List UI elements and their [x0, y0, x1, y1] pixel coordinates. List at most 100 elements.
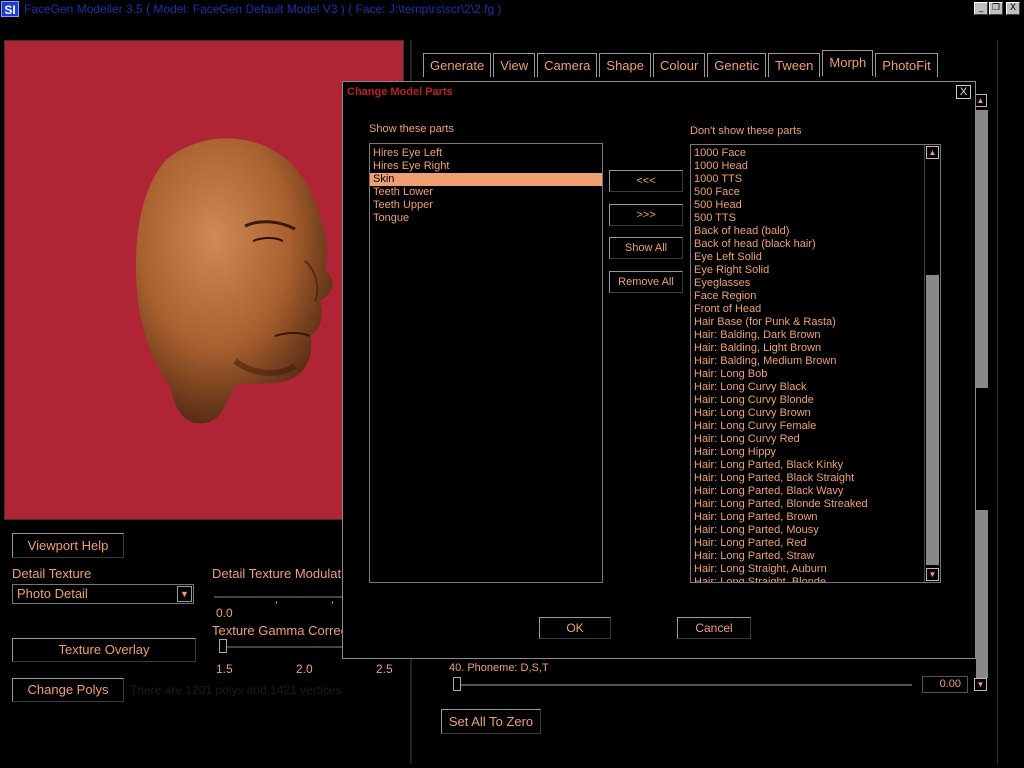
list-item[interactable]: Face Region	[691, 290, 940, 303]
title-bar: SI FaceGen Modeller 3.5 ( Model: FaceGen…	[0, 0, 1024, 18]
remove-all-button[interactable]: Remove All	[609, 271, 683, 293]
gamma-slider-handle[interactable]	[219, 639, 227, 653]
list-item[interactable]: Hair: Long Straight, Blonde	[691, 576, 940, 582]
list-item[interactable]: Hair: Long Parted, Blonde Streaked	[691, 498, 940, 511]
change-polys-button[interactable]: Change Polys	[12, 678, 124, 702]
list-item[interactable]: Hair: Long Curvy Red	[691, 433, 940, 446]
morph-scroll-thumb[interactable]	[976, 110, 988, 388]
list-item[interactable]: 1000 Head	[691, 160, 940, 173]
hide-list-scrollbar[interactable]: ▲ ▼	[924, 145, 940, 582]
tab-shape[interactable]: Shape	[599, 53, 651, 77]
dialog-close-icon[interactable]: X	[956, 85, 971, 99]
list-item[interactable]: Skin	[370, 173, 602, 186]
viewport-help-button[interactable]: Viewport Help	[12, 533, 124, 558]
scroll-up-icon[interactable]: ▲	[926, 146, 939, 159]
gamma-slider-track[interactable]	[222, 646, 342, 648]
tab-view[interactable]: View	[493, 53, 536, 77]
tab-generate[interactable]: Generate	[423, 53, 492, 77]
scroll-down-icon[interactable]: ▼	[974, 678, 987, 691]
set-all-zero-button[interactable]: Set All To Zero	[441, 709, 541, 734]
tab-colour[interactable]: Colour	[653, 53, 706, 77]
list-item[interactable]: Hair: Balding, Dark Brown	[691, 329, 940, 342]
gamma-tick-label: 1.5	[216, 662, 233, 676]
list-item[interactable]: Hair: Long Bob	[691, 368, 940, 381]
gamma-tick-label: 2.5	[376, 662, 393, 676]
phoneme-value[interactable]: 0.00	[922, 676, 968, 693]
list-item[interactable]: Eye Left Solid	[691, 251, 940, 264]
list-item[interactable]: Hair: Long Curvy Black	[691, 381, 940, 394]
gamma-tick-label: 2.0	[296, 662, 313, 676]
list-item[interactable]: Hair: Long Hippy	[691, 446, 940, 459]
list-item[interactable]: Hair: Long Parted, Brown	[691, 511, 940, 524]
close-window-button[interactable]: X	[1006, 2, 1020, 15]
list-item[interactable]: Front of Head	[691, 303, 940, 316]
tab-tween[interactable]: Tween	[768, 53, 821, 77]
list-item[interactable]: Hair Base (for Punk & Rasta)	[691, 316, 940, 329]
app-logo-icon: SI	[1, 1, 19, 17]
remove-part-button[interactable]: >>>	[609, 204, 683, 226]
detail-texture-value: Photo Detail	[17, 586, 88, 601]
list-item[interactable]: 1000 Face	[691, 147, 940, 160]
list-item[interactable]: Hair: Long Parted, Straw	[691, 550, 940, 563]
tab-genetic[interactable]: Genetic	[707, 53, 767, 77]
list-item[interactable]: Hair: Balding, Light Brown	[691, 342, 940, 355]
tab-bar: Generate View Camera Shape Colour Geneti…	[423, 50, 940, 77]
list-item[interactable]: Hair: Long Parted, Red	[691, 537, 940, 550]
dialog-title: Change Model Parts	[347, 86, 453, 98]
restore-button[interactable]: ❐	[989, 2, 1003, 15]
detail-texture-select[interactable]: Photo Detail ▼	[12, 584, 194, 604]
texture-overlay-button[interactable]: Texture Overlay	[12, 638, 196, 662]
show-all-button[interactable]: Show All	[609, 237, 683, 259]
hide-parts-items: 1000 Face 1000 Head 1000 TTS 500 Face 500 He…	[691, 147, 940, 582]
hide-parts-label: Don't show these parts	[690, 125, 802, 137]
scroll-down-icon[interactable]: ▼	[926, 568, 939, 581]
ok-button[interactable]: OK	[539, 617, 611, 639]
list-item[interactable]: Tongue	[370, 212, 602, 225]
chevron-down-icon[interactable]: ▼	[177, 586, 192, 602]
phoneme-slider-track[interactable]	[456, 684, 912, 686]
change-model-parts-dialog: Change Model Parts X Show these parts Hi…	[342, 81, 976, 659]
hide-parts-list[interactable]: 1000 Face 1000 Head 1000 TTS 500 Face 500 He…	[690, 144, 941, 583]
tab-photofit[interactable]: PhotoFit	[875, 53, 938, 77]
list-item[interactable]: Hires Eye Left	[370, 147, 602, 160]
list-item[interactable]: 500 TTS	[691, 212, 940, 225]
list-item[interactable]: Back of head (bald)	[691, 225, 940, 238]
list-item[interactable]: Hair: Long Parted, Black Kinky	[691, 459, 940, 472]
detail-modulation-slider[interactable]	[214, 596, 342, 598]
minimize-button[interactable]: _	[974, 2, 988, 15]
list-item[interactable]: Hires Eye Right	[370, 160, 602, 173]
show-parts-label: Show these parts	[369, 123, 454, 135]
tab-camera[interactable]: Camera	[537, 53, 598, 77]
list-item[interactable]: 500 Head	[691, 199, 940, 212]
list-item[interactable]: Back of head (black hair)	[691, 238, 940, 251]
list-item[interactable]: Teeth Upper	[370, 199, 602, 212]
show-parts-list[interactable]: Hires Eye Left Hires Eye Right Skin Teeth L…	[369, 143, 603, 583]
phoneme-label: 40. Phoneme: D,S,T	[449, 662, 549, 674]
list-item[interactable]: 500 Face	[691, 186, 940, 199]
slider-tick	[276, 601, 277, 604]
list-item[interactable]: Eye Right Solid	[691, 264, 940, 277]
list-item[interactable]: 1000 TTS	[691, 173, 940, 186]
polys-info-text: There are 1201 polys and 1421 vertices	[130, 683, 342, 697]
phoneme-slider-handle[interactable]	[453, 677, 461, 691]
slider-tick	[332, 601, 333, 604]
detail-modulation-min: 0.0	[216, 606, 233, 620]
list-item[interactable]: Hair: Balding, Medium Brown	[691, 355, 940, 368]
tab-morph[interactable]: Morph	[822, 50, 874, 76]
detail-modulation-label: Detail Texture Modulat	[212, 566, 342, 581]
morph-scroll-track[interactable]	[976, 510, 988, 678]
list-item[interactable]: Eyeglasses	[691, 277, 940, 290]
list-item[interactable]: Hair: Long Straight, Auburn	[691, 563, 940, 576]
list-item[interactable]: Hair: Long Parted, Black Wavy	[691, 485, 940, 498]
cancel-button[interactable]: Cancel	[677, 617, 751, 639]
head-model-image	[135, 138, 333, 424]
hide-list-scroll-thumb[interactable]	[926, 275, 939, 565]
list-item[interactable]: Hair: Long Curvy Brown	[691, 407, 940, 420]
window-title: FaceGen Modeller 3.5 ( Model: FaceGen De…	[24, 2, 502, 16]
list-item[interactable]: Teeth Lower	[370, 186, 602, 199]
list-item[interactable]: Hair: Long Curvy Female	[691, 420, 940, 433]
list-item[interactable]: Hair: Long Curvy Blonde	[691, 394, 940, 407]
list-item[interactable]: Hair: Long Parted, Black Straight	[691, 472, 940, 485]
list-item[interactable]: Hair: Long Parted, Mousy	[691, 524, 940, 537]
add-part-button[interactable]: <<<	[609, 170, 683, 192]
